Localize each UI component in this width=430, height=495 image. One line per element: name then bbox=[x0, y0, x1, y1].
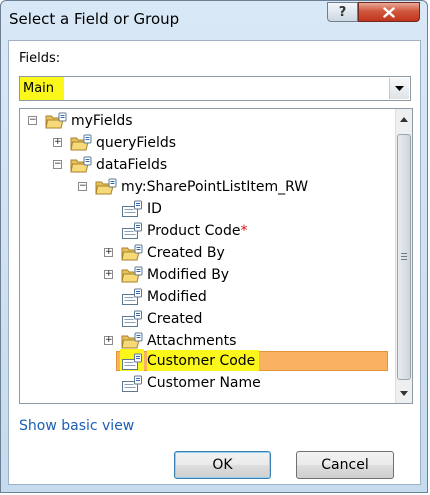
field-icon bbox=[121, 222, 143, 240]
tree-node-created[interactable]: Created bbox=[147, 311, 202, 327]
field-icon bbox=[121, 310, 143, 328]
grip-line bbox=[401, 259, 407, 260]
field-icon bbox=[121, 353, 143, 371]
scroll-thumb[interactable] bbox=[397, 134, 411, 380]
tree-node-id[interactable]: ID bbox=[147, 201, 162, 217]
folder-icon bbox=[121, 332, 143, 350]
cancel-button[interactable]: Cancel bbox=[296, 451, 394, 479]
grip-line bbox=[401, 253, 407, 254]
scroll-down-icon bbox=[400, 390, 408, 396]
scroll-down-button[interactable] bbox=[396, 385, 412, 401]
field-icon bbox=[121, 200, 143, 218]
folder-icon bbox=[70, 156, 92, 174]
combo-dropdown-button[interactable] bbox=[389, 78, 409, 99]
tree-node-datafields[interactable]: dataFields bbox=[96, 157, 167, 173]
tree-node-product-code[interactable]: Product Code* bbox=[147, 223, 247, 239]
scroll-up-button[interactable] bbox=[396, 111, 412, 127]
fields-combo[interactable]: Main bbox=[19, 76, 411, 101]
collapse-toggle[interactable]: − bbox=[78, 182, 87, 191]
fields-combo-value: Main bbox=[20, 77, 64, 100]
dialog-title: Select a Field or Group bbox=[9, 10, 180, 28]
tree-node-customer-code[interactable]: Customer Code bbox=[147, 353, 255, 369]
chevron-down-icon bbox=[395, 85, 404, 91]
help-icon: ? bbox=[338, 4, 347, 20]
tree-node-label: Product Code bbox=[147, 223, 241, 239]
folder-icon bbox=[70, 134, 92, 152]
expand-toggle[interactable]: + bbox=[104, 336, 113, 345]
field-icon bbox=[121, 288, 143, 306]
expand-toggle[interactable]: + bbox=[104, 248, 113, 257]
folder-icon bbox=[121, 244, 143, 262]
expand-toggle[interactable]: + bbox=[53, 138, 62, 147]
collapse-toggle[interactable]: − bbox=[53, 160, 62, 169]
close-icon bbox=[383, 6, 395, 18]
tree-node-queryfields[interactable]: queryFields bbox=[96, 135, 176, 151]
show-basic-view-link[interactable]: Show basic view bbox=[19, 418, 134, 434]
tree-scrollbar[interactable] bbox=[395, 109, 412, 403]
scroll-up-icon bbox=[400, 116, 408, 122]
help-button[interactable]: ? bbox=[327, 2, 358, 22]
tree-node-modified-by[interactable]: Modified By bbox=[147, 267, 229, 283]
select-field-dialog: Select a Field or Group ? Fields: Main −… bbox=[0, 0, 428, 493]
grip-line bbox=[401, 256, 407, 257]
tree-node-myfields[interactable]: myFields bbox=[71, 113, 133, 129]
tree-node-modified[interactable]: Modified bbox=[147, 289, 207, 305]
tree-node-attachments[interactable]: Attachments bbox=[147, 333, 236, 349]
folder-icon bbox=[45, 112, 67, 130]
folder-icon bbox=[95, 178, 117, 196]
field-tree[interactable]: − myFields + queryFields − dataFields − … bbox=[19, 108, 413, 404]
tree-node-customer-name[interactable]: Customer Name bbox=[147, 375, 261, 391]
collapse-toggle[interactable]: − bbox=[28, 116, 37, 125]
folder-icon bbox=[121, 266, 143, 284]
ok-button[interactable]: OK bbox=[174, 451, 271, 479]
tree-node-sharepointlistitem[interactable]: my:SharePointListItem_RW bbox=[121, 179, 308, 195]
tree-node-created-by[interactable]: Created By bbox=[147, 245, 225, 261]
expand-toggle[interactable]: + bbox=[104, 270, 113, 279]
required-marker: * bbox=[240, 223, 248, 239]
close-button[interactable] bbox=[358, 2, 420, 22]
field-icon bbox=[121, 375, 143, 393]
dialog-body: Fields: Main − myFields + queryFields − … bbox=[8, 40, 421, 485]
fields-label: Fields: bbox=[19, 51, 61, 66]
